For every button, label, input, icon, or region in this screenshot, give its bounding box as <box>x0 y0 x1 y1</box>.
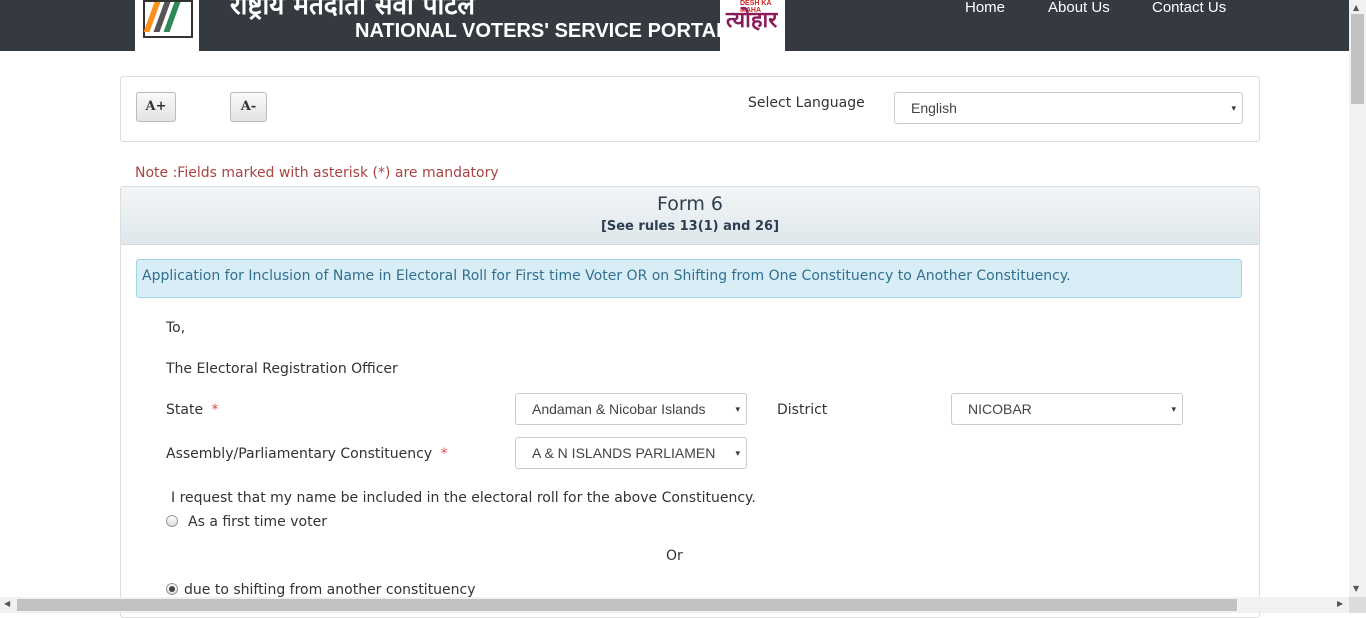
horizontal-scroll-thumb[interactable] <box>17 599 1237 611</box>
form-subtitle: [See rules 13(1) and 26] <box>600 219 780 234</box>
language-select[interactable]: English ▾ <box>894 92 1243 124</box>
first-time-voter-radio[interactable] <box>166 515 178 527</box>
hindi-portal-title: राष्ट्रीय मतदाता सेवा पोर्टल <box>230 0 475 21</box>
district-select[interactable]: NICOBAR ▾ <box>951 393 1183 425</box>
form-heading: Form 6 [See rules 13(1) and 26] <box>121 187 1259 245</box>
nav-about-link[interactable]: About Us <box>1048 0 1110 16</box>
first-time-voter-label[interactable]: As a first time voter <box>188 514 327 530</box>
nav-contact-link[interactable]: Contact Us <box>1152 0 1226 16</box>
addressee-to: To, <box>166 320 186 336</box>
scroll-left-icon[interactable]: ◀ <box>4 599 10 608</box>
shifting-radio[interactable] <box>166 583 178 595</box>
language-select-value: English <box>911 100 957 116</box>
eci-logo[interactable] <box>135 0 199 51</box>
form-title: Form 6 <box>657 193 723 215</box>
vertical-scroll-thumb[interactable] <box>1351 14 1364 104</box>
vertical-scrollbar[interactable]: ▲ ▼ <box>1349 0 1366 597</box>
chevron-down-icon: ▾ <box>1171 404 1176 414</box>
festival-logo-text: त्योहार <box>726 7 778 33</box>
request-text: I request that my name be included in th… <box>171 490 756 506</box>
required-asterisk: * <box>211 402 219 418</box>
accessibility-toolbar: A+ A- Select Language English ▾ <box>120 76 1260 142</box>
mandatory-note: Note :Fields marked with asterisk (*) ar… <box>135 165 499 181</box>
state-select-value: Andaman & Nicobar Islands <box>532 401 706 417</box>
nav-home-link[interactable]: Home <box>965 0 1005 16</box>
state-label: State * <box>166 402 219 418</box>
form-info-alert: Application for Inclusion of Name in Ele… <box>136 259 1242 298</box>
festival-logo: DESH KA MAHA त्योहार <box>720 0 785 51</box>
top-navbar: राष्ट्रीय मतदाता सेवा पोर्टल NATIONAL VO… <box>0 0 1349 51</box>
english-portal-title: NATIONAL VOTERS' SERVICE PORTAL <box>355 20 729 42</box>
increase-font-button[interactable]: A+ <box>136 92 176 122</box>
addressee-officer: The Electoral Registration Officer <box>166 361 398 377</box>
district-label: District <box>777 402 828 418</box>
constituency-label-text: Assembly/Parliamentary Constituency <box>166 446 433 462</box>
constituency-select-value: A & N ISLANDS PARLIAMEN <box>532 445 716 461</box>
decrease-font-button[interactable]: A- <box>230 92 267 122</box>
scroll-up-icon[interactable]: ▲ <box>1353 3 1359 12</box>
language-label: Select Language <box>748 95 865 111</box>
district-select-value: NICOBAR <box>968 401 1032 417</box>
state-select[interactable]: Andaman & Nicobar Islands ▾ <box>515 393 747 425</box>
or-separator: Or <box>666 548 683 564</box>
required-asterisk: * <box>440 446 448 462</box>
chevron-down-icon: ▾ <box>1231 103 1236 113</box>
scrollbar-corner <box>1349 597 1366 613</box>
chevron-down-icon: ▾ <box>735 404 740 414</box>
chevron-down-icon: ▾ <box>735 448 740 458</box>
state-label-text: State <box>166 402 204 418</box>
scroll-down-icon[interactable]: ▼ <box>1353 584 1359 593</box>
constituency-label: Assembly/Parliamentary Constituency * <box>166 446 448 462</box>
horizontal-scrollbar[interactable]: ◀ ▶ <box>0 597 1349 613</box>
constituency-select[interactable]: A & N ISLANDS PARLIAMEN ▾ <box>515 437 747 469</box>
scroll-right-icon[interactable]: ▶ <box>1337 599 1343 608</box>
shifting-label[interactable]: due to shifting from another constituenc… <box>184 582 476 598</box>
